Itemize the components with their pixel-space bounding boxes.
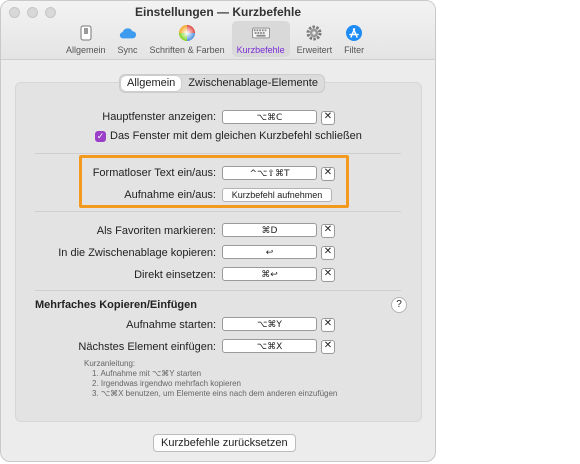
copy-to-clipboard-shortcut-field[interactable]: ↩	[222, 245, 317, 259]
quick-guide-step: 2. Irgendwas irgendwo mehrfach kopieren	[92, 379, 241, 388]
toolbar-item-sync-label: Sync	[117, 45, 138, 55]
paste-directly-label: Direkt einsetzen:	[134, 269, 216, 281]
clear-shortcut-button[interactable]: ✕	[321, 268, 335, 282]
divider	[35, 153, 401, 154]
paste-directly-shortcut-field[interactable]: ⌘↩	[222, 267, 317, 281]
keyboard-icon	[251, 24, 270, 42]
mark-favorite-label: Als Favoriten markieren:	[96, 225, 216, 237]
cloud-icon	[119, 24, 137, 42]
toolbar-item-fonts-colors-label: Schriften & Farben	[149, 45, 225, 55]
quick-guide: Kurzanleitung: 1. Aufnahme mit ⌥⌘Y start…	[84, 359, 337, 399]
window-title: Einstellungen — Kurzbefehle	[134, 5, 302, 19]
reset-shortcuts-button[interactable]: Kurzbefehle zurücksetzen	[153, 434, 296, 452]
clear-shortcut-button[interactable]: ✕	[321, 167, 335, 181]
close-same-shortcut-label: Das Fenster mit dem gleichen Kurzbefehl …	[110, 130, 362, 142]
start-recording-shortcut-field[interactable]: ⌥⌘Y	[222, 317, 317, 331]
tab-clipboard-items[interactable]: Zwischenablage-Elemente	[182, 76, 324, 91]
clear-shortcut-button[interactable]: ✕	[321, 318, 335, 332]
quick-guide-step: 3. ⌥⌘X benutzen, um Elemente eins nach d…	[92, 389, 338, 398]
clear-shortcut-button[interactable]: ✕	[321, 111, 335, 125]
plain-text-shortcut-field[interactable]: ^⌥⇧⌘T	[222, 166, 317, 180]
clear-shortcut-button[interactable]: ✕	[321, 246, 335, 260]
tab-general[interactable]: Allgemein	[121, 76, 182, 91]
clear-shortcut-button[interactable]: ✕	[321, 224, 335, 238]
gear-icon	[305, 24, 323, 42]
titlebar: Einstellungen — Kurzbefehle Allgemein Sy…	[1, 1, 435, 60]
record-shortcut-button[interactable]: Kurzbefehl aufnehmen	[222, 188, 332, 202]
app-store-icon	[345, 24, 363, 42]
toolbar-item-general[interactable]: Allgemein	[61, 21, 111, 57]
quick-guide-step: 1. Aufnahme mit ⌥⌘Y starten	[92, 369, 202, 378]
toolbar-item-shortcuts-label: Kurzbefehle	[236, 45, 285, 55]
toolbar-item-filter-label: Filter	[344, 45, 365, 55]
start-recording-label: Aufnahme starten:	[126, 319, 216, 331]
show-main-window-label: Hauptfenster anzeigen:	[102, 111, 216, 123]
toolbar-item-fonts-colors[interactable]: Schriften & Farben	[145, 21, 230, 57]
copy-to-clipboard-label: In die Zwischenablage kopieren:	[58, 247, 216, 259]
toolbar-item-advanced[interactable]: Erweitert	[292, 21, 338, 57]
help-button[interactable]: ?	[391, 297, 407, 313]
phone-icon	[77, 24, 95, 42]
clear-shortcut-button[interactable]: ✕	[321, 340, 335, 354]
preferences-toolbar: Allgemein Sync Schriften & Farben Kurzbe…	[61, 21, 371, 57]
quick-guide-title: Kurzanleitung:	[84, 359, 136, 368]
recording-toggle-label: Aufnahme ein/aus:	[124, 189, 216, 201]
toolbar-item-general-label: Allgemein	[66, 45, 106, 55]
show-main-window-shortcut-field[interactable]: ⌥⌘C	[222, 110, 317, 124]
preferences-window: Einstellungen — Kurzbefehle Allgemein Sy…	[0, 0, 436, 462]
toolbar-item-advanced-label: Erweitert	[296, 45, 333, 55]
divider	[35, 290, 401, 291]
paste-next-label: Nächstes Element einfügen:	[78, 341, 216, 353]
multi-copy-section-title: Mehrfaches Kopieren/Einfügen	[35, 299, 197, 311]
toolbar-item-shortcuts[interactable]: Kurzbefehle	[231, 21, 290, 57]
plain-text-label: Formatloser Text ein/aus:	[92, 167, 216, 179]
tab-switcher: Allgemein Zwischenablage-Elemente	[119, 74, 325, 93]
paste-next-shortcut-field[interactable]: ⌥⌘X	[222, 339, 317, 353]
divider	[35, 211, 401, 212]
toolbar-item-sync[interactable]: Sync	[113, 21, 143, 57]
toolbar-item-filter[interactable]: Filter	[339, 21, 369, 57]
color-wheel-icon	[178, 24, 196, 42]
mark-favorite-shortcut-field[interactable]: ⌘D	[222, 223, 317, 237]
close-same-shortcut-checkbox[interactable]: ✓	[95, 131, 106, 142]
